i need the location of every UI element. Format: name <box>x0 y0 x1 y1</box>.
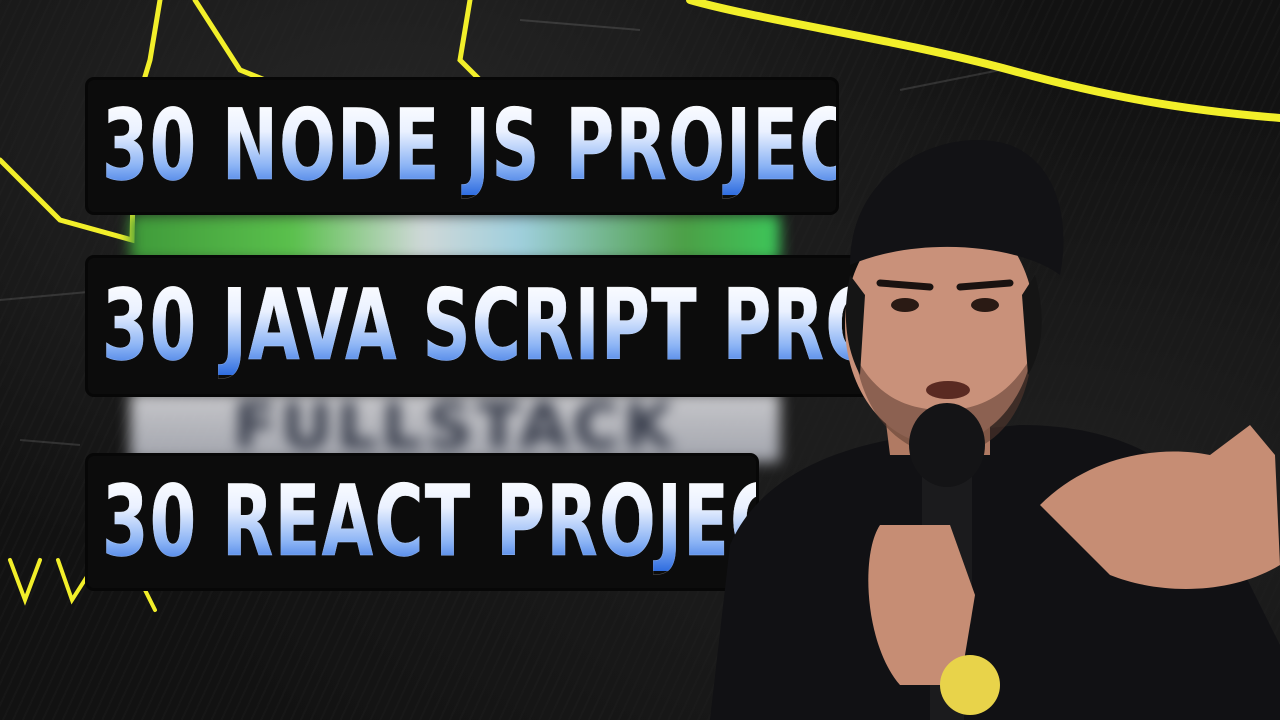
blurred-background-word: FULLSTACK <box>130 390 780 464</box>
presenter-photo <box>710 140 1280 720</box>
title-line-3-text: 30 REACT PROJECTS <box>102 473 756 572</box>
background-word-text: FULLSTACK <box>232 390 678 464</box>
blurred-logo-strip <box>130 214 780 262</box>
title-line-3: 30 REACT PROJECTS <box>88 456 756 588</box>
